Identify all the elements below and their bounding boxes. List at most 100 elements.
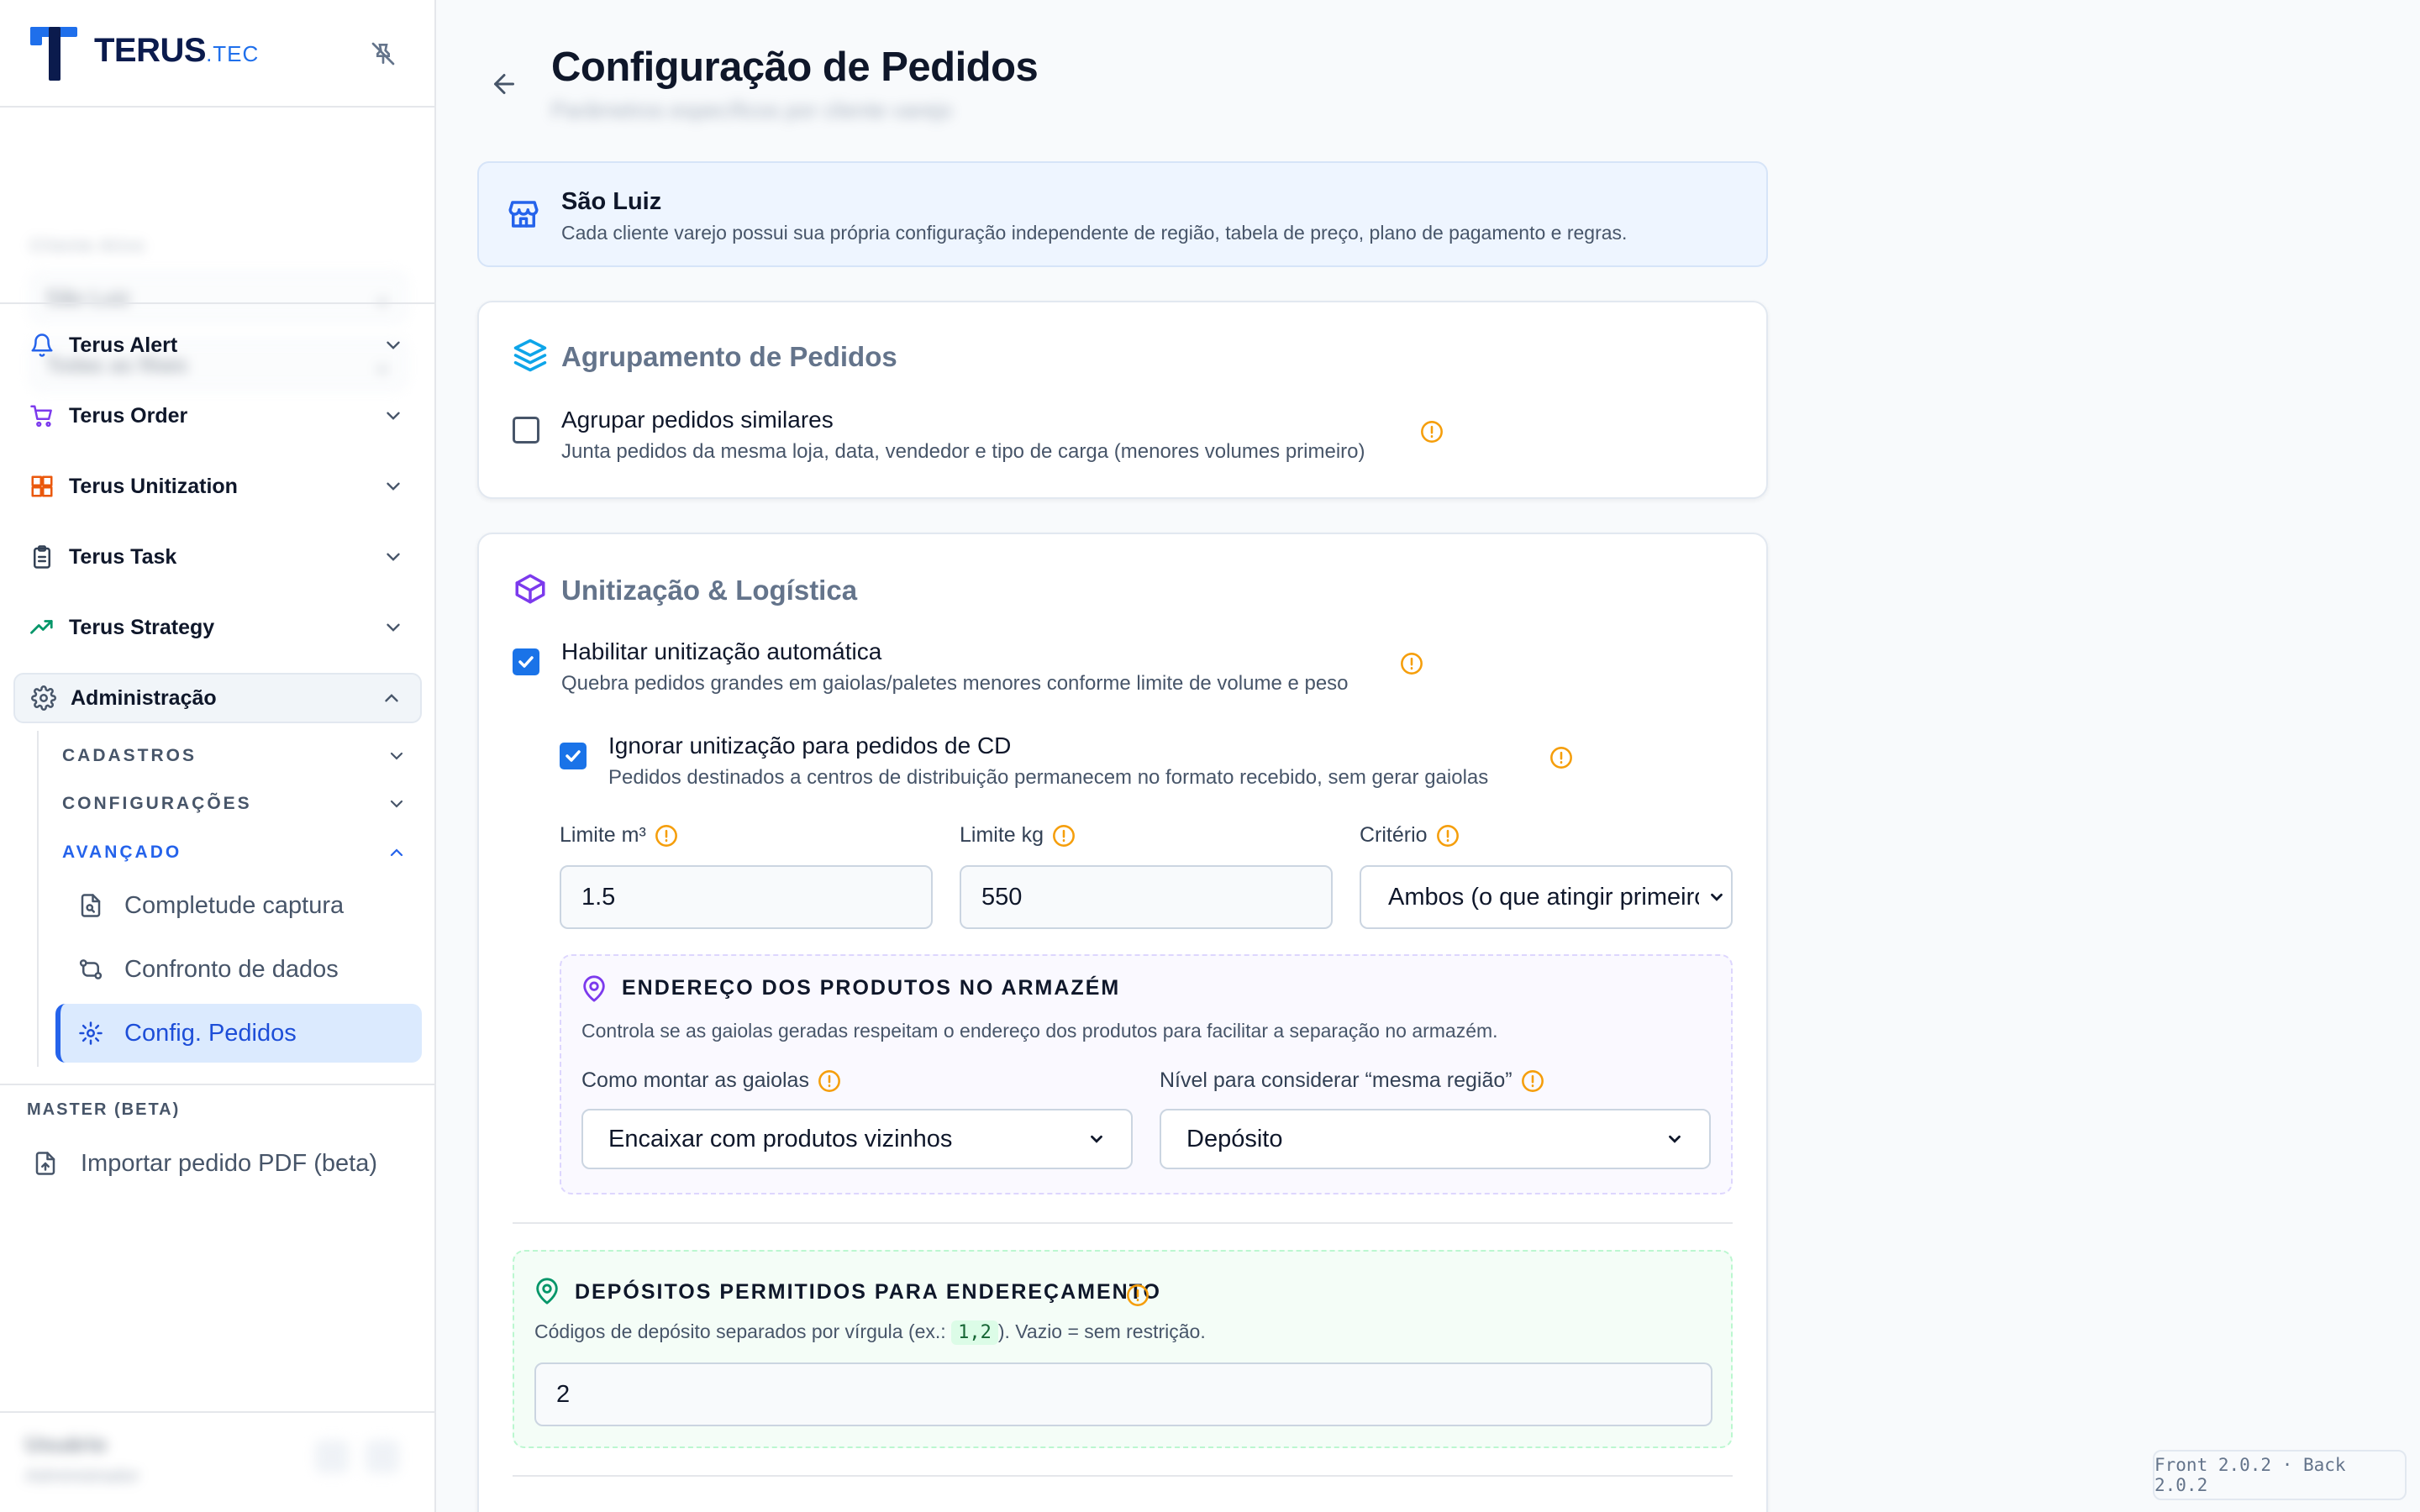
group-similar-label: Agrupar pedidos similares [561,407,834,433]
arrow-left-icon [494,74,514,94]
group-similar-description: Junta pedidos da mesma loja, data, vende… [561,440,1365,463]
page-title: Configuração de Pedidos [551,45,1039,90]
bell-icon [27,330,57,360]
unitization-title: Unitização & Logística [561,575,858,606]
brand-header: TERUS.TEC [0,0,434,108]
chevron-down-icon [378,542,408,572]
region-level-select[interactable]: Depósito [1160,1109,1711,1169]
criterion-select[interactable]: Ambos (o que atingir primeiro) [1360,865,1733,929]
nav-terus-unitization[interactable]: Terus Unitization [13,461,422,512]
map-pin-icon [583,975,605,1002]
auto-unitization-label: Habilitar unitização automática [561,638,882,664]
nav-terus-alert[interactable]: Terus Alert [13,320,422,370]
warning-info-icon[interactable] [1549,746,1573,769]
master-section-label: MASTER (BETA) [27,1100,181,1119]
version-badge: Front 2.0.2 · Back 2.0.2 [2153,1450,2407,1500]
unpin-sidebar-button[interactable] [366,37,400,71]
file-search-icon [76,890,106,921]
tree-guide-line [37,731,39,1067]
limit-kg-input[interactable] [960,865,1333,929]
brand-name: TERUS.TEC [94,32,260,69]
auto-unitization-description: Quebra pedidos grandes em gaiolas/palete… [561,672,1349,695]
warehouse-panel-description: Controla se as gaiolas geradas respeitam… [581,1020,1498,1042]
nav-terus-strategy[interactable]: Terus Strategy [13,602,422,653]
subgroup-label: CONFIGURAÇÕES [62,794,252,813]
limit-m3-input[interactable] [560,865,933,929]
ignore-cd-label: Ignorar unitização para pedidos de CD [608,732,1012,759]
ignore-cd-checkbox[interactable] [560,743,587,769]
subgroup-label: AVANÇADO [62,843,182,862]
pin-off-icon [371,42,395,66]
warning-info-icon[interactable] [655,824,678,848]
user-settings-button[interactable] [315,1440,349,1473]
subgroup-configuracoes[interactable]: CONFIGURAÇÕES [62,787,415,821]
clipboard-icon [27,542,57,572]
warning-info-icon[interactable] [818,1069,841,1093]
divider [0,1084,436,1085]
grouping-title: Agrupamento de Pedidos [561,341,897,372]
sidebar-item-completude-captura[interactable]: Completude captura [55,876,422,935]
deposits-input[interactable] [534,1362,1712,1426]
user-name: Usuário [25,1431,107,1457]
chevron-down-icon [1091,1135,1102,1143]
chevron-up-icon [376,683,407,713]
nav-label: Terus Alert [69,333,178,357]
nav-label: Administração [71,685,217,710]
group-similar-checkbox[interactable] [513,417,539,444]
warning-info-icon[interactable] [1521,1069,1544,1093]
check-icon [518,656,534,668]
example-code: 1,2 [951,1320,998,1345]
divider [0,302,436,304]
sidebar-item-importar-pdf[interactable]: Importar pedido PDF (beta) [30,1136,377,1191]
warning-info-icon[interactable] [1436,824,1460,848]
chevron-down-icon [378,330,408,360]
deposits-panel-title: DEPÓSITOS PERMITIDOS PARA ENDEREÇAMENTO [575,1280,1161,1304]
sidebar-item-label: Confronto de dados [124,955,339,983]
layers-icon [513,339,547,372]
subgroup-avancado[interactable]: AVANÇADO [62,836,415,869]
sidebar-item-label: Importar pedido PDF (beta) [81,1149,377,1177]
subgroup-label: CADASTROS [62,746,197,765]
sidebar-item-confronto-de-dados[interactable]: Confronto de dados [55,940,422,999]
unitization-card: Unitização & Logística Habilitar unitiza… [477,533,1768,1512]
subgroup-cadastros[interactable]: CADASTROS [62,739,415,773]
auto-unitization-checkbox[interactable] [513,648,539,675]
assembly-select[interactable]: Encaixar com produtos vizinhos [581,1109,1133,1169]
chevron-down-icon [1711,893,1723,901]
sidebar-item-config-pedidos[interactable]: Config. Pedidos [55,1004,422,1063]
chevron-up-icon [390,848,403,857]
warehouse-address-panel: ENDEREÇO DOS PRODUTOS NO ARMAZÉM Control… [560,954,1733,1194]
chevron-down-icon [1669,1135,1681,1143]
page-subtitle: Parâmetros específicos por cliente varej… [551,97,952,123]
warning-info-icon[interactable] [1400,652,1423,675]
warning-info-icon[interactable] [1126,1284,1150,1307]
limit-kg-label: Limite kg [960,823,1076,848]
warning-info-icon[interactable] [1420,420,1444,444]
grouping-card: Agrupamento de Pedidos Agrupar pedidos s… [477,301,1768,499]
file-upload-icon [30,1148,60,1179]
nav-administracao[interactable]: Administração [13,673,422,723]
git-compare-icon [76,954,106,984]
user-role: Administrador [25,1465,139,1486]
client-select[interactable]: São Luiz ⌄ [30,272,407,323]
allowed-deposits-panel: DEPÓSITOS PERMITIDOS PARA ENDEREÇAMENTO … [513,1250,1733,1448]
limit-m3-label: Limite m³ [560,823,678,848]
nav-label: Terus Task [69,544,177,569]
deposits-panel-description: Códigos de depósito separados por vírgul… [534,1320,1206,1345]
nav-terus-order[interactable]: Terus Order [13,391,422,441]
nav-label: Terus Strategy [69,615,215,639]
sidebar-item-label: Completude captura [124,891,345,919]
divider [513,1475,1733,1477]
nav-label: Terus Order [69,403,188,428]
back-button[interactable] [486,66,523,102]
assembly-label: Como montar as gaiolas [581,1068,841,1093]
warehouse-panel-title: ENDEREÇO DOS PRODUTOS NO ARMAZÉM [622,976,1121,1000]
logout-button[interactable] [366,1440,399,1473]
region-level-label: Nível para considerar “mesma região” [1160,1068,1544,1093]
chevron-down-icon [378,471,408,501]
nav-terus-task[interactable]: Terus Task [13,532,422,582]
chevron-down-icon [378,401,408,431]
sidebar-item-label: Config. Pedidos [124,1019,297,1047]
gear-icon [29,683,59,713]
warning-info-icon[interactable] [1052,824,1076,848]
